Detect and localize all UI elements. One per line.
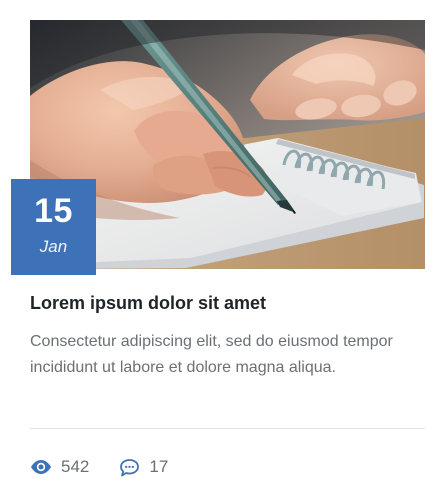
- comments-count: 17: [149, 457, 169, 476]
- comments-count-item[interactable]: 17: [119, 457, 168, 477]
- views-count: 542: [61, 457, 90, 476]
- post-excerpt: Consectetur adipiscing elit, sed do eius…: [30, 333, 393, 376]
- comment-icon: [119, 458, 140, 477]
- eye-icon: [30, 459, 52, 475]
- date-day: 15: [34, 192, 73, 230]
- blog-post-card: 15 Jan Lorem ipsum dolor sit amet Consec…: [0, 0, 442, 497]
- date-month: Jan: [39, 237, 68, 256]
- post-title[interactable]: Lorem ipsum dolor sit amet: [30, 291, 425, 315]
- post-meta: 542 17: [30, 453, 198, 481]
- card-divider: [30, 428, 425, 429]
- views-count-item[interactable]: 542: [30, 457, 89, 477]
- date-badge: 15 Jan: [11, 179, 96, 275]
